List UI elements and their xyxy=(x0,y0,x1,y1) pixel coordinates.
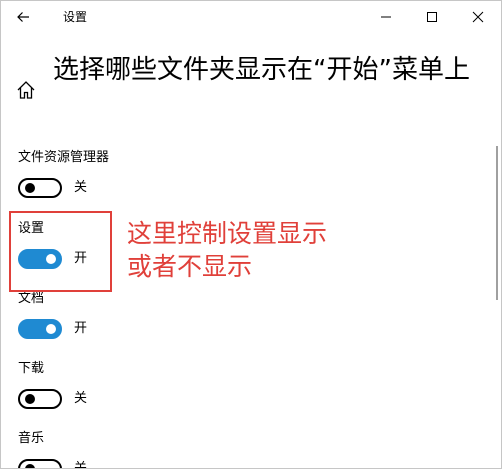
scrollbar[interactable] xyxy=(496,146,498,300)
app-title: 设置 xyxy=(63,10,88,24)
setting-label: 文件资源管理器 xyxy=(18,150,110,165)
toggle-state-text: 开 xyxy=(74,321,88,336)
toggle-state-text: 关 xyxy=(74,461,88,469)
setting-documents: 文档 开 xyxy=(18,290,87,339)
setting-file-explorer: 文件资源管理器 关 xyxy=(18,149,109,198)
toggle-knob xyxy=(25,464,35,468)
setting-label: 下载 xyxy=(18,361,45,376)
close-button[interactable] xyxy=(455,1,501,33)
toggle-knob xyxy=(46,324,56,334)
settings-window: 设置 选择哪些文件夹显示在“开始”菜单上 文件资源管理器 关 设置 开 文档 开… xyxy=(0,0,502,469)
downloads-toggle[interactable] xyxy=(18,389,62,409)
documents-toggle[interactable] xyxy=(18,319,62,339)
setting-music: 音乐 关 xyxy=(18,430,88,469)
music-toggle[interactable] xyxy=(18,459,62,468)
home-button[interactable] xyxy=(15,79,37,101)
setting-downloads: 下载 关 xyxy=(18,360,87,409)
toggle-state-text: 关 xyxy=(74,180,88,195)
title-bar: 设置 xyxy=(1,1,501,33)
toggle-knob xyxy=(25,183,35,193)
setting-label: 文档 xyxy=(18,291,45,306)
maximize-button[interactable] xyxy=(409,1,455,33)
home-icon xyxy=(17,81,35,99)
minimize-button[interactable] xyxy=(363,1,409,33)
page-title: 选择哪些文件夹显示在“开始”菜单上 xyxy=(53,55,470,85)
maximize-icon xyxy=(427,12,437,22)
back-button[interactable] xyxy=(9,3,37,31)
annotation-highlight-box xyxy=(9,211,112,292)
toggle-state-text: 关 xyxy=(74,391,88,406)
setting-label: 音乐 xyxy=(18,431,45,446)
file-explorer-toggle[interactable] xyxy=(18,178,62,198)
toggle-knob xyxy=(25,394,35,404)
close-icon xyxy=(472,11,484,23)
annotation-text: 这里控制设置显示 或者不显示 xyxy=(127,219,328,281)
minimize-icon xyxy=(381,16,391,18)
back-arrow-icon xyxy=(17,12,29,22)
